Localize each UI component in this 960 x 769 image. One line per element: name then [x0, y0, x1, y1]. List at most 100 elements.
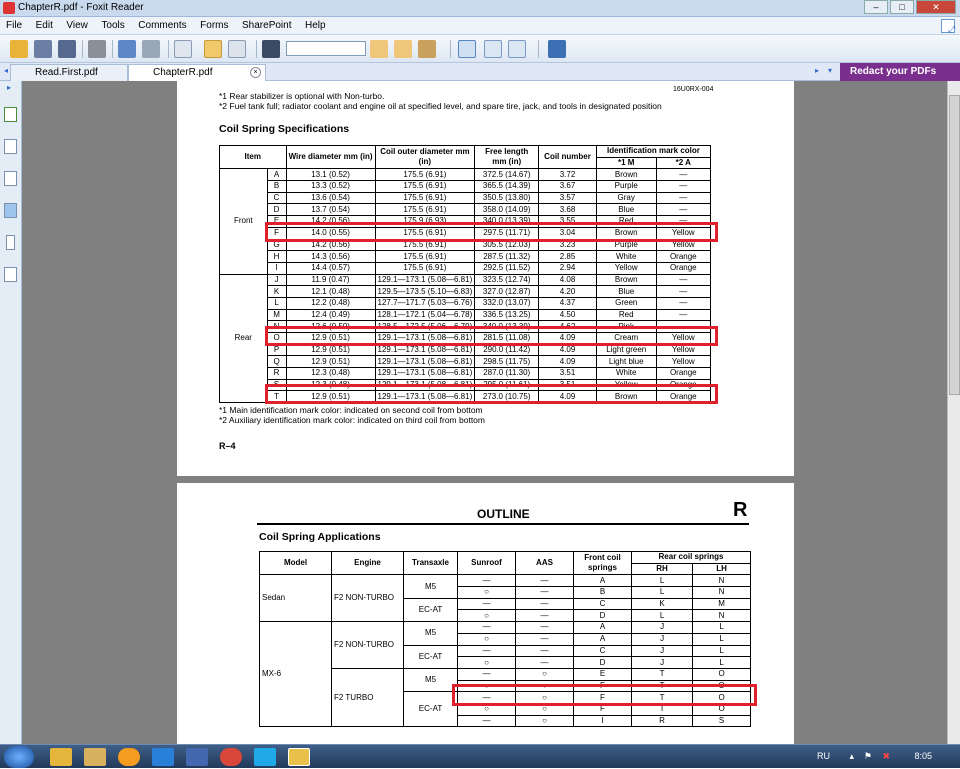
- spec-cell: 14.3 (0.56): [285, 250, 376, 263]
- window-title: ChapterR.pdf - Foxit Reader: [18, 2, 144, 13]
- spec-cell: 332.0 (13.07): [474, 296, 540, 310]
- skype-icon[interactable]: [254, 748, 276, 766]
- fit-width-icon[interactable]: [508, 40, 526, 58]
- menu-view[interactable]: View: [60, 17, 93, 31]
- maximize-button[interactable]: □: [890, 0, 914, 14]
- panel-expand-icon[interactable]: ▸: [7, 83, 11, 92]
- pages-icon[interactable]: [4, 139, 17, 154]
- explorer-icon[interactable]: [84, 748, 106, 766]
- language-indicator[interactable]: RU: [817, 751, 830, 761]
- open-icon[interactable]: [10, 40, 28, 58]
- application-cell: ○: [457, 632, 516, 646]
- screen-icon[interactable]: [118, 40, 136, 58]
- vertical-scrollbar[interactable]: [947, 81, 960, 744]
- application-cell: C: [573, 644, 632, 658]
- tab-list-icon[interactable]: ▾: [828, 66, 832, 75]
- application-cell: O: [692, 667, 751, 681]
- spec-cell: 12.4 (0.49): [285, 308, 376, 322]
- spec-cell: H: [266, 250, 287, 263]
- spec-cell: B: [266, 180, 287, 193]
- hand-tool-icon[interactable]: [204, 40, 222, 58]
- application-cell: J: [630, 621, 694, 634]
- start-button[interactable]: [4, 746, 34, 768]
- application-cell: N: [692, 574, 751, 588]
- spec-cell: 327.0 (12.87): [474, 285, 540, 298]
- signatures-icon[interactable]: [4, 267, 17, 282]
- attachments-icon[interactable]: [6, 235, 15, 250]
- application-cell: A: [573, 621, 632, 634]
- menu-help[interactable]: Help: [299, 17, 331, 31]
- volume-icon[interactable]: ✖: [882, 751, 890, 762]
- layers-icon[interactable]: [4, 171, 17, 186]
- footnote-fuel-tank: *2 Fuel tank full; radiator coolant and …: [219, 101, 662, 111]
- menu-sharepoint[interactable]: SharePoint: [236, 17, 296, 31]
- application-cell: L: [630, 609, 694, 623]
- col-identification-color: Identification mark color: [595, 145, 712, 158]
- fit-page-icon[interactable]: [484, 40, 502, 58]
- find-options-icon[interactable]: [418, 40, 436, 58]
- select-text-icon[interactable]: [228, 40, 246, 58]
- bookmarks-icon[interactable]: [4, 107, 17, 122]
- application-cell: D: [573, 609, 632, 623]
- redact-banner[interactable]: Redact your PDFs: [840, 63, 960, 81]
- comments-icon[interactable]: [4, 203, 17, 218]
- minimize-button[interactable]: –: [864, 0, 888, 14]
- col-main-mark: *1 M: [595, 156, 657, 170]
- spec-cell: 14.4 (0.57): [285, 261, 376, 275]
- tab-scroll-right-icon[interactable]: ▸: [815, 66, 819, 75]
- spec-cell: Yellow: [595, 261, 657, 275]
- save-icon[interactable]: [34, 40, 52, 58]
- col-front-coil: Front coil springs: [573, 550, 632, 576]
- tab-close-icon[interactable]: ×: [250, 67, 261, 78]
- close-button[interactable]: ✕: [916, 0, 956, 14]
- application-cell: C: [573, 597, 632, 611]
- spec-cell: —: [655, 180, 712, 193]
- application-cell: J: [630, 632, 694, 646]
- find-input[interactable]: [286, 41, 366, 56]
- spec-cell: 2.94: [538, 261, 597, 275]
- application-cell: L: [692, 644, 751, 658]
- print-icon[interactable]: [88, 40, 106, 58]
- menu-edit[interactable]: Edit: [30, 17, 58, 31]
- chrome-icon[interactable]: [220, 748, 242, 766]
- clock[interactable]: 8:05: [914, 751, 932, 761]
- floppy-app-icon[interactable]: [186, 748, 208, 766]
- application-cell: D: [573, 656, 632, 669]
- pdf-page-outline: OUTLINE R Coil Spring Applications Model…: [177, 483, 794, 744]
- spec-cell: Brown: [595, 168, 657, 182]
- tab-scroll-left-icon[interactable]: ◂: [4, 66, 8, 75]
- network-icon[interactable]: ⚑: [864, 751, 872, 762]
- avast-icon[interactable]: [118, 748, 140, 766]
- spec-cell: Light blue: [595, 355, 657, 369]
- actual-size-icon[interactable]: [458, 40, 476, 58]
- media-player-icon[interactable]: [50, 748, 72, 766]
- properties-icon[interactable]: [142, 40, 160, 58]
- application-cell: —: [457, 597, 516, 611]
- tab-chapter-r[interactable]: ChapterR.pdf ×: [128, 64, 266, 81]
- find-prev-icon[interactable]: [370, 40, 388, 58]
- menu-file[interactable]: File: [0, 17, 27, 31]
- menu-comments[interactable]: Comments: [132, 17, 191, 31]
- menu-tools[interactable]: Tools: [95, 17, 129, 31]
- document-viewer[interactable]: *1 Rear stabilizer is optional with Non-…: [22, 81, 947, 744]
- find-next-icon[interactable]: [394, 40, 412, 58]
- spec-cell: 129.1—173.1 (5.08—6.81): [374, 367, 476, 380]
- save-as-icon[interactable]: [58, 40, 76, 58]
- spec-cell: A: [266, 168, 287, 182]
- restore-doc-icon[interactable]: ⤢: [941, 19, 955, 34]
- engine-cell: F2 TURBO: [331, 667, 404, 728]
- application-cell: —: [515, 644, 574, 658]
- col-wire-diameter: Wire diameter mm (in): [285, 144, 376, 170]
- menu-forms[interactable]: Forms: [194, 17, 233, 31]
- binoculars-icon[interactable]: [262, 40, 280, 58]
- internet-explorer-icon[interactable]: [152, 748, 174, 766]
- tab-read-first[interactable]: Read.First.pdf: [10, 64, 128, 81]
- windows-taskbar: RU ▴ ⚑ ✖ 8:05: [0, 744, 960, 768]
- tray-arrow-icon[interactable]: ▴: [849, 751, 854, 762]
- rotate-icon[interactable]: [548, 40, 566, 58]
- foxit-taskbar-icon[interactable]: [288, 748, 310, 766]
- spec-row: K 12.1 (0.48) 129.5—173.5 (5.10—6.83) 327.0…: [220, 285, 712, 298]
- spec-cell: 292.5 (11.52): [474, 261, 540, 275]
- scroll-thumb[interactable]: [949, 95, 960, 395]
- page-mode-icon[interactable]: [174, 40, 192, 58]
